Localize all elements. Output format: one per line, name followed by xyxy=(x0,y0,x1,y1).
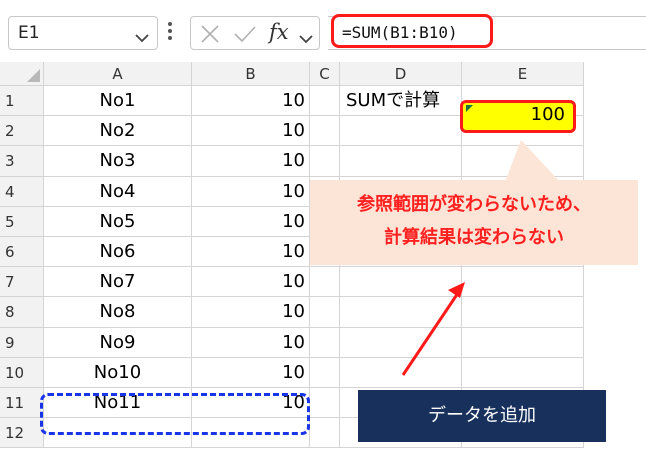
row-header-12[interactable]: 12 xyxy=(0,418,44,449)
added-row-selection xyxy=(40,393,310,435)
row-header-1[interactable]: 1 xyxy=(0,86,44,117)
select-all-icon xyxy=(27,69,40,82)
cell-b6[interactable]: 10 xyxy=(192,237,310,268)
enter-check-icon[interactable] xyxy=(233,24,257,48)
cell-c9[interactable] xyxy=(310,327,340,358)
row-header-4[interactable]: 4 xyxy=(0,176,44,207)
row-header-6[interactable]: 6 xyxy=(0,237,44,268)
column-header-d[interactable]: D xyxy=(340,62,462,86)
cell-b3[interactable]: 10 xyxy=(192,146,310,177)
cell-a5[interactable]: No5 xyxy=(44,206,192,237)
row-header-8[interactable]: 8 xyxy=(0,297,44,328)
cell-e1[interactable]: 100 xyxy=(460,100,576,133)
more-options-icon[interactable] xyxy=(167,21,173,45)
add-data-label: データを追加 xyxy=(358,390,606,442)
insert-function-button[interactable]: fx xyxy=(269,20,289,44)
cell-a2[interactable]: No2 xyxy=(44,116,192,147)
cell-d3[interactable] xyxy=(340,146,462,177)
row-header-10[interactable]: 10 xyxy=(0,357,44,388)
cell-c8[interactable] xyxy=(310,297,340,328)
row-header-7[interactable]: 7 xyxy=(0,267,44,298)
row-header-9[interactable]: 9 xyxy=(0,327,44,358)
cell-d2[interactable] xyxy=(340,116,462,147)
chevron-down-icon[interactable] xyxy=(135,28,149,47)
cell-d10[interactable] xyxy=(340,357,462,388)
name-box-value: E1 xyxy=(18,23,40,43)
cell-c12[interactable] xyxy=(310,418,340,449)
cell-b5[interactable]: 10 xyxy=(192,206,310,237)
cell-d9[interactable] xyxy=(340,327,462,358)
cell-c7[interactable] xyxy=(310,267,340,298)
cell-b10[interactable]: 10 xyxy=(192,357,310,388)
cell-d1[interactable]: SUMで計算 xyxy=(340,86,462,117)
cell-c10[interactable] xyxy=(310,357,340,388)
formula-bar: E1 fx =SUM(B1:B10) xyxy=(0,0,646,62)
cell-b9[interactable]: 10 xyxy=(192,327,310,358)
column-header-b[interactable]: B xyxy=(192,62,310,86)
cell-e9[interactable] xyxy=(462,327,584,358)
cell-e8[interactable] xyxy=(462,297,584,328)
cell-a10[interactable]: No10 xyxy=(44,357,192,388)
cell-a4[interactable]: No4 xyxy=(44,176,192,207)
cell-b2[interactable]: 10 xyxy=(192,116,310,147)
cell-c3[interactable] xyxy=(310,146,340,177)
row-header-5[interactable]: 5 xyxy=(0,206,44,237)
cell-c2[interactable] xyxy=(310,116,340,147)
cancel-icon[interactable] xyxy=(200,24,220,48)
callout-line-1: 参照範囲が変わらないため、 xyxy=(357,194,591,215)
cell-b8[interactable]: 10 xyxy=(192,297,310,328)
cell-a6[interactable]: No6 xyxy=(44,237,192,268)
cell-a7[interactable]: No7 xyxy=(44,267,192,298)
cell-e3[interactable] xyxy=(462,146,584,177)
row-header-11[interactable]: 11 xyxy=(0,388,44,419)
cell-e10[interactable] xyxy=(462,357,584,388)
column-header-a[interactable]: A xyxy=(44,62,192,86)
row-header-3[interactable]: 3 xyxy=(0,146,44,177)
chevron-down-icon[interactable] xyxy=(299,29,313,48)
formula-highlight xyxy=(331,14,493,48)
cell-a8[interactable]: No8 xyxy=(44,297,192,328)
cell-a1[interactable]: No1 xyxy=(44,86,192,117)
column-header-e[interactable]: E xyxy=(462,62,584,86)
cell-d7[interactable] xyxy=(340,267,462,298)
result-cell-highlight: 100 xyxy=(460,100,576,133)
select-all-button[interactable] xyxy=(0,62,44,86)
cell-b1[interactable]: 10 xyxy=(192,86,310,117)
cell-e7[interactable] xyxy=(462,267,584,298)
cell-c11[interactable] xyxy=(310,388,340,419)
cell-a3[interactable]: No3 xyxy=(44,146,192,177)
cell-b4[interactable]: 10 xyxy=(192,176,310,207)
formula-actions: fx xyxy=(190,16,320,50)
explanation-callout: 参照範囲が変わらないため、 計算結果は変わらない xyxy=(310,180,638,265)
cell-d8[interactable] xyxy=(340,297,462,328)
cell-b7[interactable]: 10 xyxy=(192,267,310,298)
row-header-2[interactable]: 2 xyxy=(0,116,44,147)
cell-a9[interactable]: No9 xyxy=(44,327,192,358)
name-box[interactable]: E1 xyxy=(8,16,158,50)
column-header-c[interactable]: C xyxy=(310,62,340,86)
callout-line-2: 計算結果は変わらない xyxy=(384,227,564,248)
cell-indicator-icon xyxy=(466,105,473,112)
cell-c1[interactable] xyxy=(310,86,340,117)
